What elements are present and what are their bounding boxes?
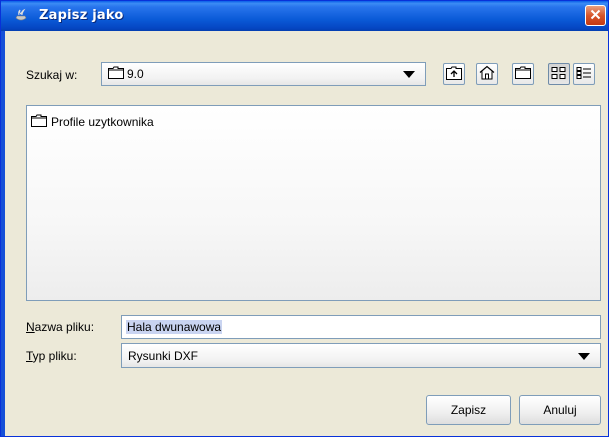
home-icon [479,65,495,83]
cancel-button[interactable]: Anuluj [519,395,601,425]
filetype-label-mnemonic: T [26,349,33,363]
new-folder-button[interactable] [512,63,534,85]
file-list[interactable]: Profile uzytkownika [26,105,601,301]
details-view-icon [576,66,592,83]
lookin-value: 9.0 [108,66,144,82]
filetype-label-rest: yp pliku: [32,349,77,363]
close-button[interactable] [585,5,606,26]
window-title: Zapisz jako [39,8,124,23]
list-item-label: Profile uzytkownika [51,115,154,129]
title-bar[interactable]: Zapisz jako [1,1,608,31]
filetype-value: Rysunki DXF [128,348,199,363]
list-view-icon [551,66,567,83]
details-view-button[interactable] [573,63,595,85]
chevron-down-icon [578,352,590,360]
up-folder-icon [446,66,462,83]
folder-icon [108,66,124,82]
lookin-label: Szukaj w: [26,68,78,82]
filetype-combo[interactable]: Rysunki DXF [121,343,601,368]
list-item[interactable]: Profile uzytkownika [31,114,154,130]
lookin-combo[interactable]: 9.0 [101,62,426,86]
java-cup-icon [13,8,29,24]
filetype-label: Typ pliku: [26,349,77,363]
filename-label: Nazwa pliku: [26,320,94,334]
new-folder-icon [515,66,531,82]
close-icon [590,9,601,23]
filename-input[interactable]: Hala dwunawowa [121,315,601,339]
folder-icon [31,114,47,130]
save-button[interactable]: Zapisz [426,395,511,425]
lookin-value-text: 9.0 [127,67,144,81]
filename-label-rest: azwa pliku: [34,320,95,334]
chevron-down-icon [403,71,415,78]
filename-value: Hala dwunawowa [126,320,223,334]
home-button[interactable] [476,63,498,85]
window-left-border [1,31,5,436]
list-view-button[interactable] [548,63,570,85]
save-dialog: Zapisz jako Szukaj w: 9.0 Profile uzytko… [0,0,609,437]
up-folder-button[interactable] [443,63,465,85]
filename-label-mnemonic: N [26,320,35,334]
